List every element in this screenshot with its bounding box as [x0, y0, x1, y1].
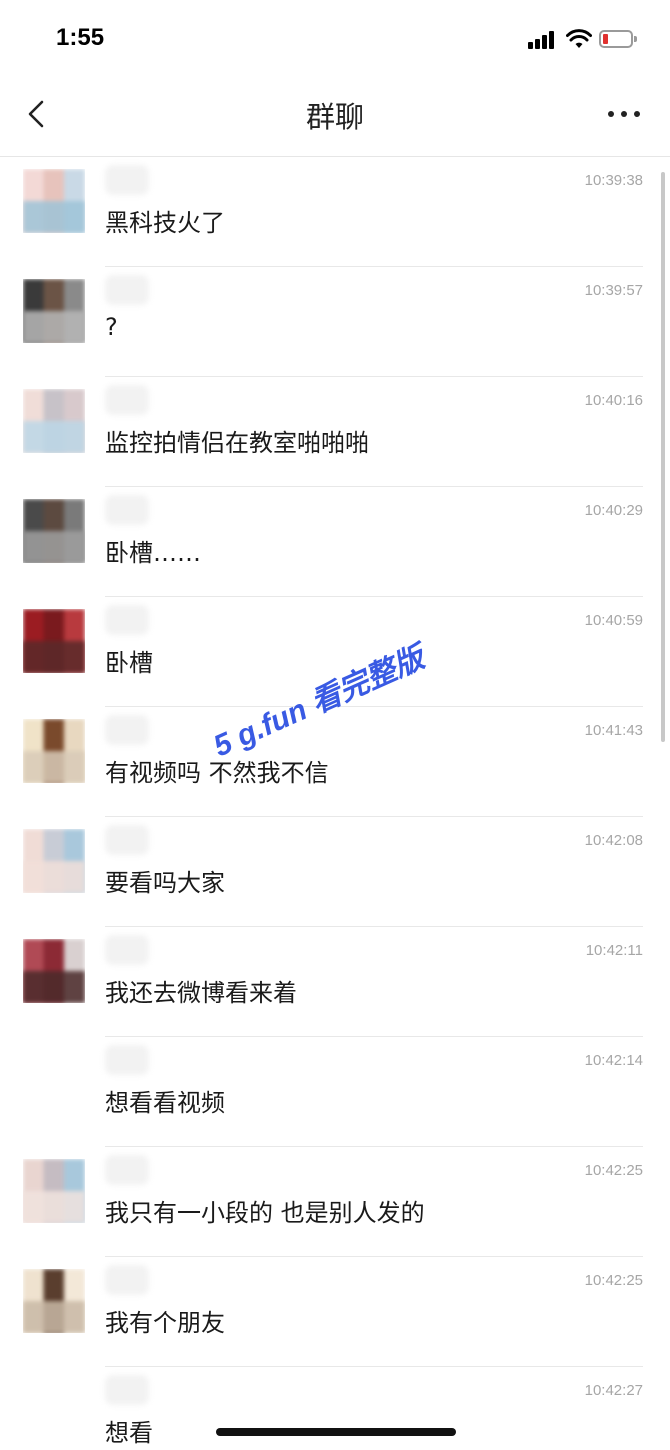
message-row[interactable]: 10:41:43 有视频吗 不然我不信: [0, 707, 670, 817]
message-text: 卧槽: [105, 649, 153, 677]
signal-icon: [528, 31, 560, 49]
avatar[interactable]: [23, 829, 85, 893]
message-time: 10:41:43: [584, 722, 643, 739]
message-row[interactable]: 10:42:25 我只有一小段的 也是别人发的: [0, 1147, 670, 1257]
message-row[interactable]: 10:40:16 监控拍情侣在教室啪啪啪: [0, 377, 670, 487]
message-text: 黑科技火了: [105, 209, 225, 237]
message-time: 10:39:38: [584, 172, 643, 189]
message-time: 10:40:29: [584, 502, 643, 519]
message-time: 10:40:59: [584, 612, 643, 629]
message-time: 10:39:57: [584, 282, 643, 299]
sender-name: [105, 1045, 149, 1075]
avatar[interactable]: [23, 389, 85, 453]
message-row[interactable]: 10:39:57?: [0, 267, 670, 377]
wifi-icon: [566, 29, 592, 48]
sender-name: [105, 385, 149, 415]
message-row[interactable]: 10:40:29 卧槽……: [0, 487, 670, 597]
message-time: 10:42:08: [584, 832, 643, 849]
message-time: 10:42:25: [584, 1272, 643, 1289]
avatar[interactable]: [23, 499, 85, 563]
message-text: ?: [105, 313, 118, 341]
message-text: 我还去微博看来着: [105, 979, 297, 1007]
message-text: 想看: [105, 1419, 153, 1447]
message-text: 有视频吗 不然我不信: [105, 759, 329, 787]
sender-name: [105, 935, 149, 965]
message-text: 监控拍情侣在教室啪啪啪: [105, 429, 369, 457]
sender-name: [105, 715, 149, 745]
message-time: 10:42:14: [584, 1052, 643, 1069]
sender-name: [105, 825, 149, 855]
page-title: 群聊: [305, 100, 364, 134]
message-row[interactable]: 10:42:08 要看吗大家: [0, 817, 670, 927]
sender-name: [105, 1155, 149, 1185]
more-button[interactable]: [604, 98, 644, 128]
avatar[interactable]: [23, 1159, 85, 1223]
message-row[interactable]: 10:42:14 想看看视频: [0, 1037, 670, 1147]
message-text: 我有个朋友: [105, 1309, 225, 1337]
status-bar: 1:55: [0, 0, 670, 80]
sender-name: [105, 275, 149, 305]
battery-level: [603, 34, 608, 44]
avatar[interactable]: [23, 169, 85, 233]
message-text: 想看看视频: [105, 1089, 225, 1117]
status-time: 1:55: [56, 24, 105, 51]
message-text: 卧槽……: [105, 539, 201, 567]
sender-name: [105, 1375, 149, 1405]
sender-name: [105, 165, 149, 195]
message-time: 10:40:16: [584, 392, 643, 409]
avatar[interactable]: [23, 939, 85, 1003]
message-row[interactable]: 10:42:25 我有个朋友: [0, 1257, 670, 1367]
message-text: 我只有一小段的 也是别人发的: [105, 1199, 425, 1227]
avatar[interactable]: [23, 719, 85, 783]
message-time: 10:42:27: [584, 1382, 643, 1399]
avatar[interactable]: [23, 1269, 85, 1333]
message-row[interactable]: 10:39:38 黑科技火了: [0, 157, 670, 267]
home-indicator[interactable]: [216, 1428, 456, 1436]
sender-name: [105, 605, 149, 635]
sender-name: [105, 495, 149, 525]
message-text: 要看吗大家: [105, 869, 225, 897]
back-button[interactable]: [18, 94, 58, 134]
avatar[interactable]: [23, 279, 85, 343]
message-row[interactable]: 10:42:11 我还去微博看来着: [0, 927, 670, 1037]
sender-name: [105, 1265, 149, 1295]
battery-icon: [599, 30, 637, 48]
message-time: 10:42:11: [585, 942, 643, 959]
message-row[interactable]: 10:42:27 想看: [0, 1367, 670, 1450]
chat-history-list[interactable]: 10:39:38 黑科技火了 10:39:57? 10:40:16 监控拍情侣在教室啪啪…: [0, 157, 670, 1450]
chevron-left-icon: [28, 100, 44, 128]
scrollbar[interactable]: [661, 172, 665, 742]
message-time: 10:42:25: [584, 1162, 643, 1179]
avatar[interactable]: [23, 609, 85, 673]
nav-bar: 群聊: [0, 80, 670, 157]
